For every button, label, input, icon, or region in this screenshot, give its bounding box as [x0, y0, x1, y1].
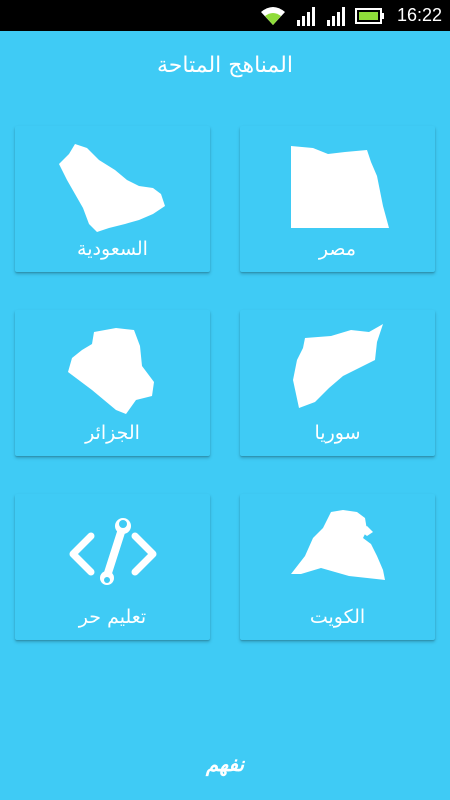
curriculum-card-egypt[interactable]: مصر — [240, 126, 435, 272]
curriculum-label-egypt: مصر — [318, 238, 357, 260]
curriculum-card-kuwait[interactable]: الكويت — [240, 494, 435, 640]
status-bar: 16:22 — [0, 0, 450, 31]
status-time: 16:22 — [396, 5, 442, 25]
curriculum-card-algeria[interactable]: الجزائر — [15, 310, 210, 456]
curriculum-card-free-learning[interactable]: تعليم حر — [15, 494, 210, 640]
app-logo: نفهم — [205, 752, 245, 776]
curriculum-label-kuwait: الكويت — [309, 606, 366, 628]
code-wrench-icon — [69, 518, 156, 585]
battery-icon — [354, 7, 384, 24]
curriculum-label-free-learning: تعليم حر — [78, 606, 147, 628]
curriculum-label-syria: سوريا — [314, 422, 361, 444]
kuwait-map-icon — [290, 510, 385, 580]
wifi-icon — [260, 6, 285, 25]
syria-map-icon — [292, 324, 383, 408]
page-title: المناهج المتاحة — [157, 53, 293, 78]
curriculum-label-saudi-arabia: السعودية — [77, 238, 148, 260]
curriculum-card-syria[interactable]: سوريا — [240, 310, 435, 456]
signal-icon — [326, 6, 345, 26]
algeria-map-icon — [67, 328, 154, 414]
saudi-arabia-map-icon — [58, 144, 165, 232]
status-icons: 16:22 — [259, 0, 442, 31]
curriculum-label-algeria: الجزائر — [85, 422, 140, 444]
signal-icon — [296, 6, 315, 26]
curriculum-card-saudi-arabia[interactable]: السعودية — [15, 126, 210, 272]
egypt-map-icon — [290, 146, 389, 228]
